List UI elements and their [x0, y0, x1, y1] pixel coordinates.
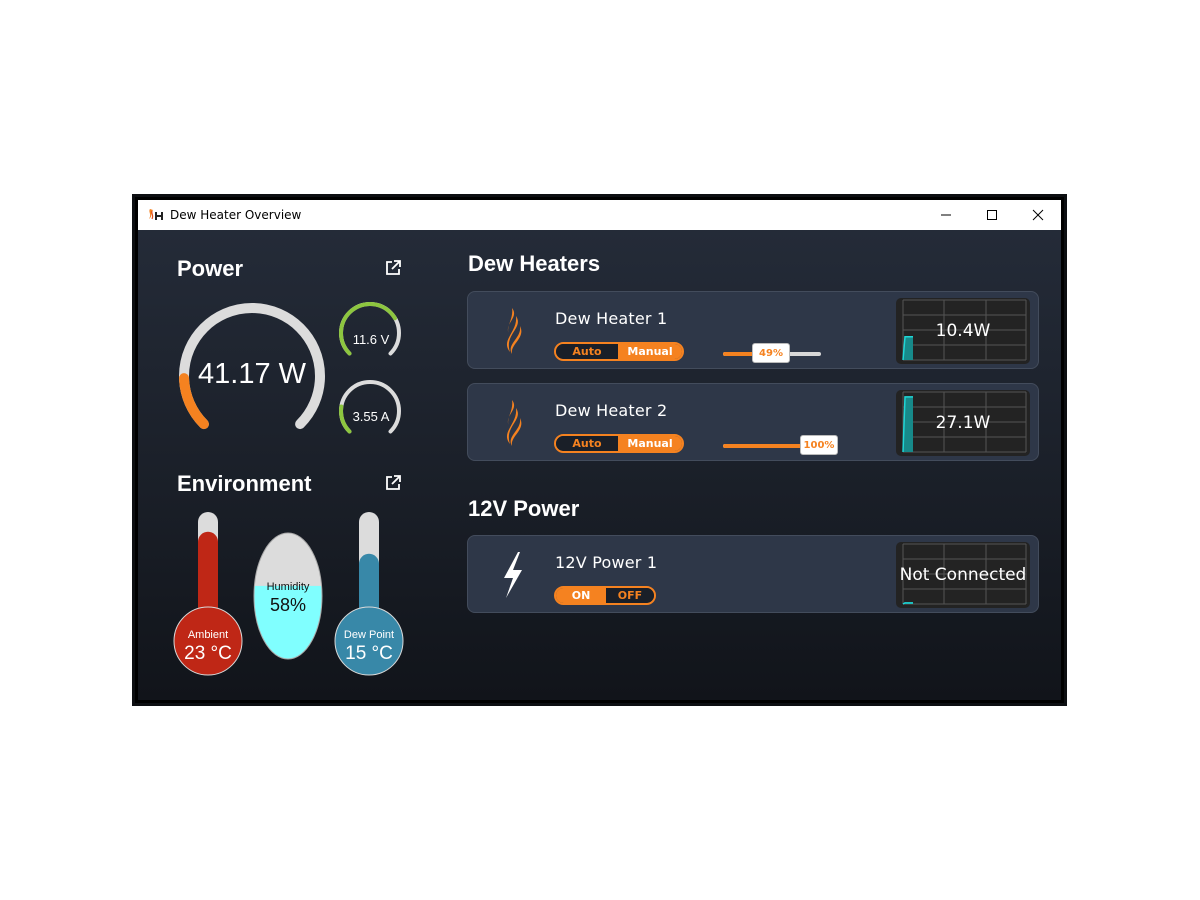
- voltage-value: 11.6 V: [352, 332, 390, 347]
- power-history-chart: Not Connected: [896, 542, 1030, 608]
- power-12v-name: 12V Power 1: [555, 553, 658, 572]
- power-slider-thumb[interactable]: 49%: [752, 343, 791, 363]
- power-toggle[interactable]: ON OFF: [554, 586, 656, 605]
- ambient-value: 23 °C: [184, 643, 232, 664]
- close-icon: [1032, 209, 1044, 221]
- humidity-label: Humidity: [266, 581, 310, 593]
- dew-heater-card: Dew Heater 1 Auto Manual 49% 10.4W: [467, 291, 1039, 369]
- power-slider[interactable]: 49%: [723, 343, 821, 363]
- mode-auto-option[interactable]: Auto: [556, 344, 618, 359]
- power-slider-thumb[interactable]: 100%: [800, 435, 838, 455]
- ambient-label: Ambient: [187, 629, 229, 641]
- dew-heater-card: Dew Heater 2 Auto Manual 100% 27.1W: [467, 383, 1039, 461]
- power-12v-title: 12V Power: [468, 496, 580, 521]
- power-title: Power: [177, 256, 244, 281]
- maximize-icon: [987, 210, 997, 220]
- window-content: Power 41.17 W 11.6 V 3.55 A Environment: [138, 230, 1061, 700]
- app-window: Dew Heater Overview Power 41.17 W 11.6 V…: [132, 194, 1067, 706]
- power-reading: 10.4W: [935, 321, 991, 341]
- app-logo-icon: [149, 209, 163, 220]
- minimize-icon: [941, 214, 951, 216]
- mode-manual-option[interactable]: Manual: [618, 436, 682, 451]
- power-reading: 27.1W: [935, 413, 991, 433]
- flame-icon: [506, 400, 522, 446]
- mode-toggle[interactable]: Auto Manual: [554, 434, 684, 453]
- power-12v-card: 12V Power 1 ON OFF Not Connected: [467, 535, 1039, 613]
- dew-heater-name: Dew Heater 2: [555, 401, 668, 420]
- lightning-bolt-icon: [504, 552, 522, 598]
- environment-title: Environment: [177, 471, 312, 496]
- voltage-gauge: [339, 302, 401, 356]
- power-on-option[interactable]: ON: [556, 588, 606, 603]
- power-history-chart: 10.4W: [896, 298, 1030, 364]
- minimize-button[interactable]: [923, 200, 969, 230]
- power-slider[interactable]: 100%: [723, 435, 838, 455]
- current-gauge: [339, 380, 401, 434]
- current-value: 3.55 A: [352, 409, 390, 424]
- maximize-button[interactable]: [969, 200, 1015, 230]
- mode-manual-option[interactable]: Manual: [618, 344, 682, 359]
- power-open-external-icon[interactable]: [384, 259, 402, 277]
- dew-point-label: Dew Point: [343, 629, 395, 641]
- title-bar[interactable]: Dew Heater Overview: [138, 200, 1061, 230]
- close-button[interactable]: [1015, 200, 1061, 230]
- dew-heaters-title: Dew Heaters: [468, 251, 601, 276]
- dew-heater-name: Dew Heater 1: [555, 309, 668, 328]
- power-off-option[interactable]: OFF: [606, 588, 654, 603]
- window-title: Dew Heater Overview: [170, 208, 302, 222]
- power-reading: Not Connected: [899, 565, 1027, 585]
- flame-icon: [506, 308, 522, 354]
- mode-toggle[interactable]: Auto Manual: [554, 342, 684, 361]
- power-gauge-value: 41.17 W: [198, 358, 306, 390]
- humidity-value: 58%: [269, 595, 307, 615]
- current-gauge-track: [339, 380, 401, 434]
- mode-auto-option[interactable]: Auto: [556, 436, 618, 451]
- dew-point-value: 15 °C: [345, 643, 393, 664]
- environment-open-external-icon[interactable]: [384, 474, 402, 492]
- power-history-chart: 27.1W: [896, 390, 1030, 456]
